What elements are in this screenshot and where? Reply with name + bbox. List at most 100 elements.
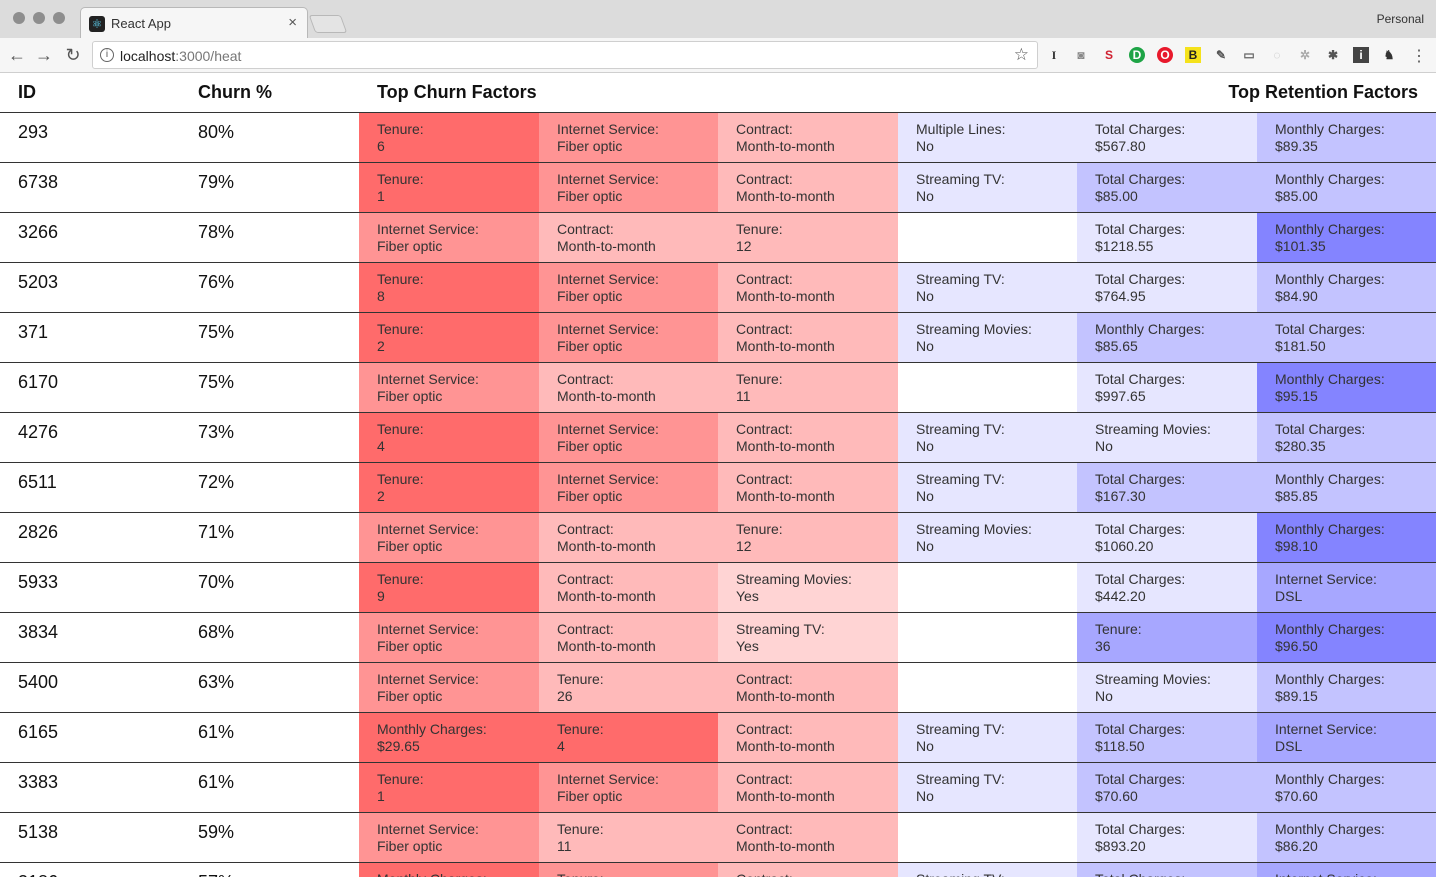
factor-label: Total Charges: — [1095, 721, 1186, 737]
retention-factor-cell: Streaming Movies: No — [1077, 663, 1257, 712]
bookmark-star-icon[interactable]: ☆ — [1014, 45, 1029, 65]
cast-icon[interactable]: ▭ — [1241, 47, 1257, 63]
profile-label[interactable]: Personal — [1377, 12, 1424, 26]
factor-value: No — [916, 138, 934, 154]
factor-value: No — [1095, 438, 1113, 454]
retention-factor-cell: Monthly Charges: $89.35 — [1257, 113, 1436, 162]
address-bar[interactable]: i localhost:3000/heat ☆ — [92, 41, 1038, 69]
factor-value: Month-to-month — [557, 588, 656, 604]
churn-factor-cell: Tenure: 12 — [718, 513, 898, 562]
gear-extension-icon[interactable]: ✲ — [1297, 47, 1313, 63]
retention-factor-cell: Monthly Charges: $89.15 — [1257, 663, 1436, 712]
factor-value: $280.35 — [1275, 438, 1326, 454]
retention-factor-cell — [898, 613, 1078, 662]
b-extension-icon[interactable]: B — [1185, 47, 1201, 63]
factor-label: Tenure: — [377, 321, 424, 337]
churn-factor-cell: Contract: Month-to-month — [718, 663, 898, 712]
factor-label: Contract: — [736, 771, 793, 787]
churn-factor-cell: Tenure: 11 — [718, 363, 898, 412]
churn-factor-cell: Contract: Month-to-month — [539, 613, 719, 662]
factor-value: $167.30 — [1095, 488, 1146, 504]
churn-factor-cell: Contract: Month-to-month — [539, 563, 719, 612]
url-text[interactable]: localhost:3000/heat — [120, 48, 241, 64]
factor-label: Total Charges: — [1275, 421, 1366, 437]
churn-factor-cell: Streaming TV: Yes — [718, 613, 898, 662]
factor-value: Month-to-month — [736, 138, 835, 154]
retention-factor-cell: Streaming Movies: No — [898, 313, 1078, 362]
customer-id: 6738 — [18, 172, 59, 192]
factor-label: Streaming TV: — [916, 171, 1005, 187]
churn-factor-cell: Tenure: 6 — [359, 113, 539, 162]
close-tab-icon[interactable]: × — [288, 14, 297, 31]
retention-factor-cell: Internet Service: DSL — [1257, 713, 1436, 762]
table-row: 3266 78% Internet Service: Fiber optic Contr… — [0, 213, 1436, 263]
churn-percent: 61% — [198, 772, 235, 792]
retention-factor-cell: Streaming TV: No — [898, 713, 1078, 762]
factor-value: $85.85 — [1275, 488, 1318, 504]
new-tab-button[interactable] — [308, 15, 348, 33]
factor-value: Month-to-month — [736, 788, 835, 804]
circle-extension-icon[interactable]: ◌ — [1269, 47, 1285, 63]
churn-factor-cell: Internet Service: Fiber optic — [539, 263, 719, 312]
churn-factor-cell: Tenure: 9 — [359, 563, 539, 612]
header-top-churn-factors: Top Churn Factors — [377, 82, 537, 102]
factor-label: Monthly Charges: — [1275, 221, 1385, 237]
s-extension-icon[interactable]: S — [1101, 47, 1117, 63]
factor-label: Total Charges: — [1095, 171, 1186, 187]
churn-percent: 78% — [198, 222, 235, 242]
table-row: 6738 79% Tenure: 1 Internet Service: Fiber op… — [0, 163, 1436, 213]
back-arrow-icon[interactable]: ← — [6, 44, 28, 66]
churn-percent: 59% — [198, 822, 235, 842]
browser-tab[interactable]: ⚛ React App × — [80, 7, 308, 38]
factor-value: 26 — [557, 688, 573, 704]
window-close-button[interactable] — [13, 12, 25, 24]
churn-factor-cell: Internet Service: Fiber optic — [539, 313, 719, 362]
factor-value: Fiber optic — [557, 338, 623, 354]
camera-extension-icon[interactable]: ◙ — [1073, 47, 1089, 63]
forward-arrow-icon[interactable]: → — [33, 44, 55, 66]
retention-factor-cell: Total Charges: $567.80 — [1077, 113, 1257, 162]
factor-value: Month-to-month — [736, 688, 835, 704]
table-row: 371 75% Tenure: 2 Internet Service: Fiber opt… — [0, 313, 1436, 363]
churn-factor-cell: Contract: Month-to-month — [718, 263, 898, 312]
window-zoom-button[interactable] — [53, 12, 65, 24]
reload-icon[interactable]: ↻ — [62, 44, 84, 66]
info-icon[interactable]: i — [100, 48, 114, 62]
d-extension-icon[interactable]: D — [1129, 47, 1145, 63]
churn-factor-cell: Internet Service: Fiber optic — [359, 613, 539, 662]
factor-label: Tenure: — [377, 121, 424, 137]
info-extension-icon[interactable]: i — [1353, 47, 1369, 63]
retention-factor-cell: Total Charges: — [1077, 863, 1257, 877]
bug-extension-icon[interactable]: ✱ — [1325, 47, 1341, 63]
churn-factor-cell: Internet Service: Fiber optic — [539, 163, 719, 212]
opera-extension-icon[interactable]: O — [1157, 47, 1173, 63]
factor-value: 9 — [377, 588, 385, 604]
kebab-menu-icon[interactable]: ⋮ — [1411, 46, 1427, 66]
factor-label: Internet Service: — [1275, 721, 1377, 737]
factor-label: Total Charges: — [1095, 471, 1186, 487]
factor-label: Tenure: — [557, 871, 719, 877]
factor-label: Monthly Charges: — [1275, 371, 1385, 387]
character-extension-icon[interactable]: ♞ — [1381, 47, 1397, 63]
pin-extension-icon[interactable]: ✎ — [1213, 47, 1229, 63]
factor-label: Streaming Movies: — [1095, 421, 1211, 437]
factor-label: Contract: — [557, 621, 614, 637]
retention-factor-cell: Streaming TV: — [898, 863, 1078, 877]
factor-value: $70.60 — [1275, 788, 1318, 804]
factor-value: $764.95 — [1095, 288, 1146, 304]
factor-value: Fiber optic — [377, 838, 443, 854]
instapaper-extension-icon[interactable]: I — [1046, 47, 1062, 63]
churn-percent: 75% — [198, 372, 235, 392]
retention-factor-cell: Streaming TV: No — [898, 163, 1078, 212]
factor-value: $89.15 — [1275, 688, 1318, 704]
factor-label: Contract: — [736, 821, 793, 837]
header-id: ID — [18, 82, 36, 102]
churn-factor-cell: Internet Service: Fiber optic — [539, 763, 719, 812]
factor-value: No — [916, 438, 934, 454]
factor-label: Streaming Movies: — [916, 521, 1032, 537]
retention-factor-cell: Monthly Charges: $85.85 — [1257, 463, 1436, 512]
window-minimize-button[interactable] — [33, 12, 45, 24]
table-row: 5933 70% Tenure: 9 Contract: Month-to-month St… — [0, 563, 1436, 613]
factor-label: Tenure: — [377, 471, 424, 487]
customer-id: 4276 — [18, 422, 59, 442]
